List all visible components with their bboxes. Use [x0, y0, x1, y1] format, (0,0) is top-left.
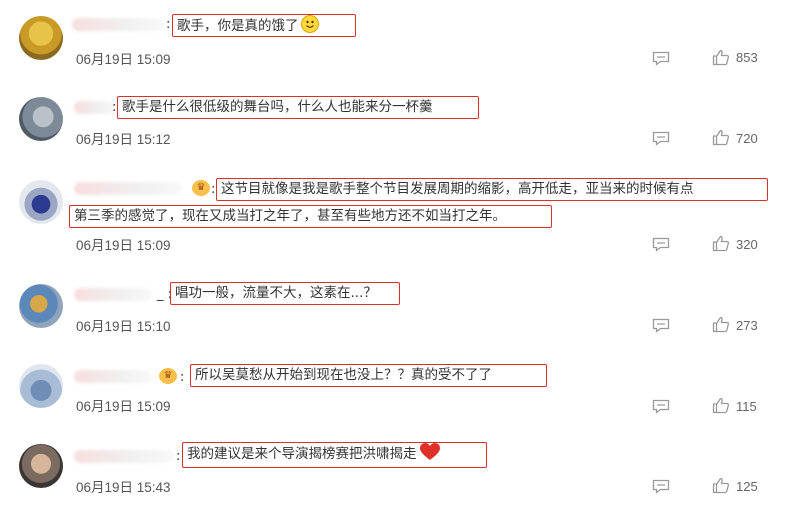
comment-time: 06月19日 15:09 [76, 52, 171, 67]
thumbs-up-icon[interactable] [712, 316, 730, 333]
comment-text-content: 歌手，你是真的饿了 [177, 18, 299, 34]
comment-text: 歌手，你是真的饿了 [172, 14, 356, 37]
comment-time: 06月19日 15:09 [76, 399, 171, 414]
name-colon: : [176, 449, 181, 464]
smile-emoji [300, 15, 319, 33]
comment-time: 06月19日 15:12 [76, 132, 171, 147]
thumbs-up-icon[interactable] [712, 129, 730, 146]
like-count: 720 [736, 131, 758, 146]
avatar[interactable] [19, 284, 63, 328]
comment-text-content: 所以吴莫愁从开始到现在也没上？？真的受不了了 [195, 367, 492, 383]
comment-icon[interactable] [652, 479, 670, 494]
name-colon: : [166, 17, 171, 32]
username-blurred[interactable] [74, 450, 174, 463]
avatar[interactable] [19, 16, 63, 60]
avatar[interactable] [19, 444, 63, 488]
comment-text-content: 歌手是什么很低级的舞台吗，什么人也能来分一杯羹 [122, 99, 433, 115]
comment-icon[interactable] [652, 51, 670, 66]
comment-text-content: 这节目就像是我是歌手整个节目发展周期的缩影，高开低走，亚当来的时候有点 [221, 181, 694, 197]
comment-time: 06月19日 15:43 [76, 480, 171, 495]
like-count: 125 [736, 479, 758, 494]
name-colon: : [112, 100, 117, 115]
vip-crown-icon: ♛ [192, 180, 210, 196]
comment-icon[interactable] [652, 237, 670, 252]
comment-text: 我的建议是来个导演揭榜赛把洪啸揭走 [182, 442, 487, 468]
comment-icon[interactable] [652, 131, 670, 146]
username-blurred[interactable] [74, 182, 182, 195]
comment-text-content: 唱功一般，流量不大，这素在...？ [175, 285, 377, 301]
comment-text: 唱功一般，流量不大，这素在...？ [170, 282, 400, 305]
comment-time: 06月19日 15:09 [76, 238, 171, 253]
like-count: 115 [736, 399, 757, 414]
username-blurred[interactable] [74, 101, 116, 114]
comment-time: 06月19日 15:10 [76, 319, 171, 334]
thumbs-up-icon[interactable] [712, 235, 730, 252]
avatar[interactable] [19, 97, 63, 141]
avatar[interactable] [19, 364, 63, 408]
thumbs-up-icon[interactable] [712, 49, 730, 66]
like-count: 320 [736, 237, 758, 252]
comment-text: 歌手是什么很低级的舞台吗，什么人也能来分一杯羹 [117, 96, 479, 119]
username-blurred[interactable] [74, 288, 152, 301]
like-count: 853 [736, 50, 758, 65]
comment-text-line2: 第三季的感觉了，现在又成当打之年了，甚至有些地方还不如当打之年。 [69, 205, 552, 228]
vip-crown-icon: ♛ [159, 368, 177, 384]
comment-text-content: 第三季的感觉了，现在又成当打之年了，甚至有些地方还不如当打之年。 [74, 208, 506, 224]
username-blurred[interactable] [72, 18, 164, 31]
thumbs-up-icon[interactable] [712, 477, 730, 494]
comment-icon[interactable] [652, 399, 670, 414]
thumbs-up-icon[interactable] [712, 397, 730, 414]
comment-icon[interactable] [652, 318, 670, 333]
heart-emoji [419, 443, 440, 460]
like-count: 273 [736, 318, 758, 333]
comment-text-content: 我的建议是来个导演揭榜赛把洪啸揭走 [187, 446, 417, 462]
name-colon: : [211, 182, 216, 197]
name-colon: : [180, 370, 185, 385]
username-blurred[interactable] [74, 370, 152, 383]
avatar[interactable] [19, 180, 63, 224]
comment-text: 所以吴莫愁从开始到现在也没上？？真的受不了了 [190, 364, 547, 387]
comment-text-line1: 这节目就像是我是歌手整个节目发展周期的缩影，高开低走，亚当来的时候有点 [216, 178, 768, 201]
